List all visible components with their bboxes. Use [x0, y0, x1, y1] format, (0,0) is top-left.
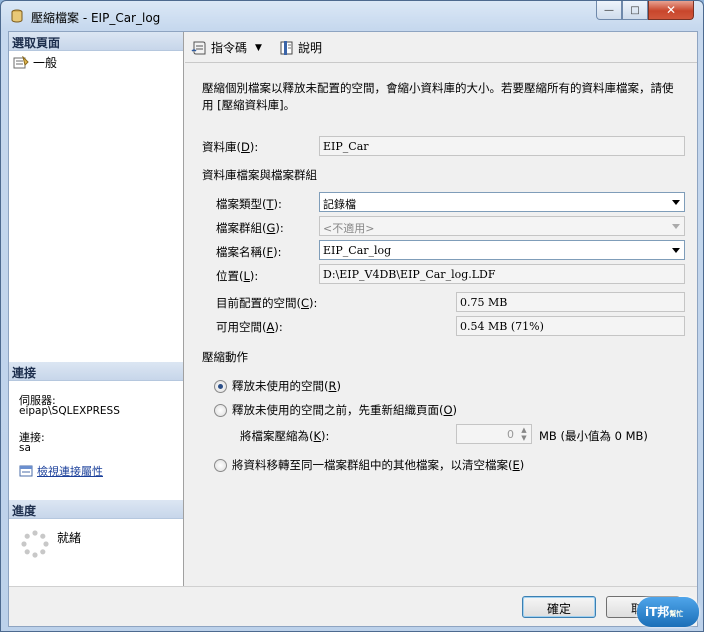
allocated-space-field: 0.75 MB — [456, 292, 685, 312]
file-type-label: 檔案類型(T): — [216, 197, 282, 211]
reorganize-label: 釋放未使用的空間之前，先重新組織頁面(O) — [232, 403, 458, 417]
filegroup-value: <不適用> — [323, 222, 375, 235]
toolbar: 指令碼 ▼ 說明 — [185, 32, 697, 63]
shrink-to-value: 0 — [507, 428, 514, 441]
available-space-field: 0.54 MB (71%) — [456, 316, 685, 336]
radio-unselected[interactable] — [214, 403, 227, 417]
progress-status: 就緒 — [57, 531, 82, 545]
chevron-down-icon — [672, 248, 680, 253]
minimize-button[interactable]: — — [596, 1, 622, 20]
file-type-value: 記錄檔 — [323, 198, 356, 211]
release-unused-label: 釋放未使用的空間(R) — [232, 379, 341, 393]
progress-header: 進度 — [9, 500, 183, 519]
script-label: 指令碼 — [211, 41, 248, 55]
help-label: 說明 — [298, 41, 323, 55]
filegroup-select[interactable]: <不適用> — [319, 216, 685, 236]
connection-value: sa — [19, 442, 31, 454]
page-item-general-label: 一般 — [33, 56, 58, 70]
shrink-to-stepper[interactable]: 0 ▲ ▼ — [456, 424, 532, 444]
file-name-value: EIP_Car_log — [323, 244, 392, 257]
available-space-label: 可用空間(A): — [216, 320, 283, 334]
properties-icon — [19, 465, 33, 477]
shrink-action-title: 壓縮動作 — [202, 350, 248, 364]
spin-up-icon[interactable]: ▲ — [518, 426, 530, 434]
script-icon — [191, 41, 206, 54]
database-field: EIP_Car — [319, 136, 685, 156]
select-page-header: 選取頁面 — [9, 32, 183, 51]
server-value: eipap\SQLEXPRESS — [19, 405, 120, 417]
left-pane: 選取頁面 一般 連接 伺服器: eipap\SQLEXPRESS 連接: sa — [9, 32, 184, 586]
shrink-to-unit: MB (最小值為 0 MB) — [539, 429, 648, 443]
dialog-window: 壓縮檔案 - EIP_Car_log — □ ✕ 選取頁面 一般 連接 伺服器:… — [0, 0, 704, 632]
empty-file-radio[interactable]: 將資料移轉至同一檔案群組中的其他檔案，以清空檔案(E) — [214, 457, 524, 473]
database-icon — [11, 9, 23, 23]
watermark-logo: iT邦幫忙 — [637, 597, 699, 627]
help-button[interactable]: 說明 — [279, 39, 322, 56]
chevron-down-icon — [672, 224, 680, 229]
files-group-title: 資料庫檔案與檔案群組 — [202, 168, 317, 182]
view-connection-properties-link[interactable]: 檢視連接屬性 — [19, 463, 103, 479]
view-connection-properties-label: 檢視連接屬性 — [37, 465, 103, 478]
title-bar[interactable]: 壓縮檔案 - EIP_Car_log — □ ✕ — [1, 1, 703, 31]
button-bar: 確定 取消 — [9, 586, 697, 626]
radio-selected[interactable] — [214, 379, 227, 393]
location-label: 位置(L): — [216, 269, 259, 283]
description-text: 壓縮個別檔案以釋放未配置的空間，會縮小資料庫的大小。若要壓縮所有的資料庫檔案，請… — [202, 81, 674, 112]
page-item-general[interactable]: 一般 — [13, 54, 57, 71]
watermark-text: iT邦 — [645, 605, 670, 619]
radio-unselected[interactable] — [214, 458, 227, 472]
location-field: D:\EIP_V4DB\EIP_Car_log.LDF — [319, 264, 685, 284]
dialog-client: 選取頁面 一般 連接 伺服器: eipap\SQLEXPRESS 連接: sa — [8, 31, 698, 627]
right-pane: 指令碼 ▼ 說明 壓縮個別檔案以釋放未配置的空間，會縮小資料庫的大小。若要壓縮所… — [185, 32, 697, 586]
progress-spinner-icon — [21, 530, 49, 558]
help-icon — [280, 40, 293, 55]
empty-file-label: 將資料移轉至同一檔案群組中的其他檔案，以清空檔案(E) — [232, 458, 525, 472]
connection-header: 連接 — [9, 362, 183, 381]
script-button[interactable]: 指令碼 ▼ — [191, 39, 262, 56]
script-dropdown-icon[interactable]: ▼ — [255, 43, 262, 53]
shrink-to-label: 將檔案壓縮為(K): — [240, 429, 330, 443]
file-name-label: 檔案名稱(F): — [216, 245, 282, 259]
maximize-button[interactable]: □ — [622, 1, 648, 20]
close-button[interactable]: ✕ — [648, 1, 694, 20]
chevron-down-icon — [672, 200, 680, 205]
reorganize-radio[interactable]: 釋放未使用的空間之前，先重新組織頁面(O) — [214, 402, 457, 418]
watermark-sub: 幫忙 — [669, 610, 684, 618]
window-title: 壓縮檔案 - EIP_Car_log — [31, 11, 161, 25]
release-unused-radio[interactable]: 釋放未使用的空間(R) — [214, 378, 341, 394]
database-label: 資料庫(D): — [202, 140, 259, 154]
page-general-icon — [13, 55, 29, 68]
file-type-select[interactable]: 記錄檔 — [319, 192, 685, 212]
allocated-space-label: 目前配置的空間(C): — [216, 296, 318, 310]
ok-button[interactable]: 確定 — [522, 596, 596, 618]
spin-down-icon[interactable]: ▼ — [518, 434, 530, 442]
filegroup-label: 檔案群組(G): — [216, 221, 284, 235]
file-name-select[interactable]: EIP_Car_log — [319, 240, 685, 260]
